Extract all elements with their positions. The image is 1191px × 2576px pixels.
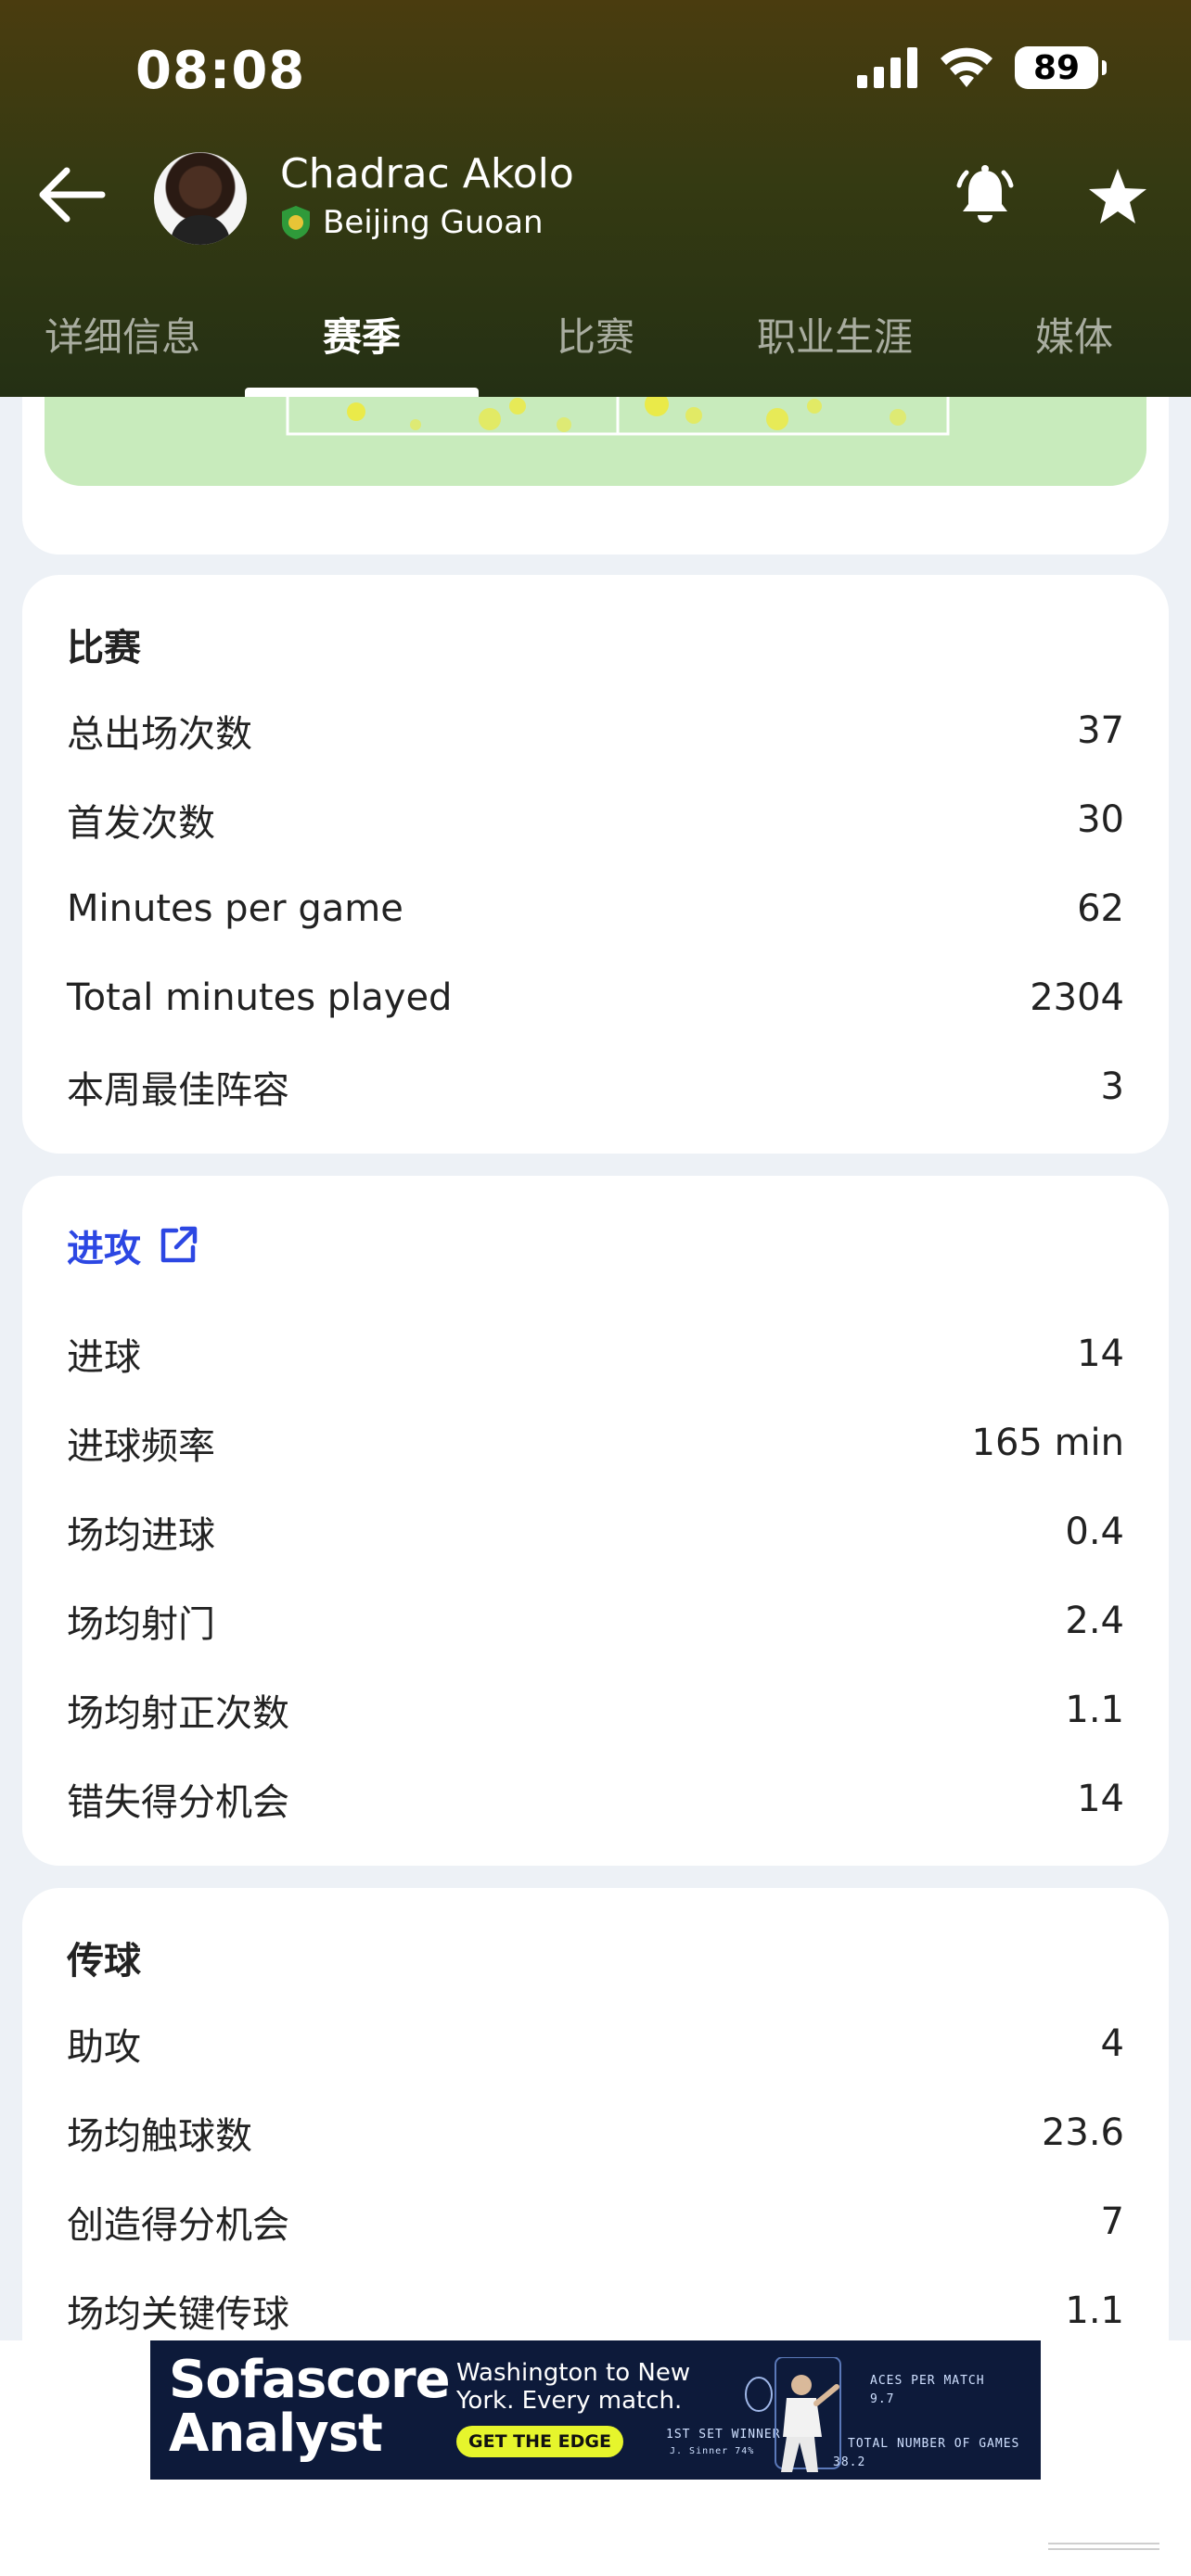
ad-headline-line: Washington to New [456, 2359, 691, 2387]
stat-row: 场均触球数 23.6 [67, 2105, 1124, 2161]
stat-row: 首发次数 30 [67, 792, 1124, 848]
ad-cta-button[interactable]: GET THE EDGE [456, 2426, 623, 2457]
stat-value: 37 [1077, 709, 1124, 752]
stat-value: 14 [1077, 1333, 1124, 1375]
ad-brand-line: Sofascore [169, 2350, 451, 2410]
stat-label: 场均射正次数 [67, 1692, 289, 1735]
ad-stat-label: TOTAL NUMBER OF GAMES [848, 2437, 1020, 2451]
wifi-icon [941, 47, 992, 87]
battery-indicator: 89 [1015, 46, 1107, 89]
stat-row: 场均射正次数 1.1 [67, 1682, 1124, 1738]
stat-value: 1.1 [1065, 1689, 1124, 1731]
status-icons: 89 [857, 46, 1107, 89]
section-title-attack: 进攻 [67, 1228, 141, 1270]
team-link[interactable]: Beijing Guoan [280, 204, 544, 241]
stat-row: Minutes per game 62 [67, 881, 1124, 937]
attack-card: 进攻 进球 14 进球频率 165 min 场均进球 0.4 场均射门 2.4 场均射正… [22, 1176, 1169, 1866]
stat-label: 进球频率 [67, 1425, 215, 1468]
stat-label: 错失得分机会 [67, 1781, 289, 1824]
stat-value: 62 [1077, 887, 1124, 930]
stat-label: 场均触球数 [67, 2115, 252, 2158]
ad-stat-value: 38.2 [833, 2455, 866, 2469]
stat-value: 3 [1100, 1065, 1124, 1108]
tennis-player-illustration [745, 2357, 841, 2472]
heatmap-graphic [286, 397, 950, 436]
player-header: 08:08 89 Chadrac Akolo Beijing Guoan 详细信… [0, 0, 1191, 397]
tab-media[interactable]: 媒体 [1035, 306, 1113, 363]
status-time: 08:08 [135, 41, 306, 101]
stat-row: 总出场次数 37 [67, 703, 1124, 759]
ad-scroll-handle-icon [1048, 2543, 1159, 2550]
stat-row: 场均关键传球 1.1 [67, 2283, 1124, 2339]
cellular-signal-icon [857, 47, 917, 88]
favorite-star-icon[interactable] [1087, 167, 1148, 226]
heatmap-pitch [45, 397, 1146, 486]
stat-row: 助攻 4 [67, 2016, 1124, 2072]
stat-label: 总出场次数 [67, 713, 252, 756]
stat-value: 0.4 [1065, 1511, 1124, 1553]
ad-headline-line: York. Every match. [456, 2387, 683, 2415]
team-crest-icon [282, 206, 310, 239]
tab-matches[interactable]: 比赛 [557, 306, 634, 363]
stat-label: 助攻 [67, 2026, 141, 2069]
section-title-passing: 传球 [67, 1940, 141, 1983]
stat-value: 23.6 [1041, 2111, 1124, 2154]
stat-value: 2304 [1030, 976, 1124, 1019]
stat-row: 创造得分机会 7 [67, 2194, 1124, 2250]
player-avatar [154, 152, 247, 245]
stat-value: 2.4 [1065, 1600, 1124, 1642]
stat-row: 进球 14 [67, 1326, 1124, 1382]
stat-label: 场均进球 [67, 1514, 215, 1557]
ad-brand-line: Analyst [169, 2404, 383, 2464]
tab-season[interactable]: 赛季 [323, 306, 401, 363]
stat-label: 进球 [67, 1336, 141, 1379]
ad-banner[interactable]: Sofascore Analyst Washington to New York… [150, 2340, 1041, 2480]
tab-details[interactable]: 详细信息 [45, 306, 200, 363]
team-name: Beijing Guoan [323, 204, 544, 241]
ad-headline: Washington to New York. Every match. [456, 2359, 690, 2415]
attack-section-link[interactable]: 进攻 [67, 1218, 198, 1272]
stat-label: 创造得分机会 [67, 2204, 289, 2247]
ad-stat-value: 9.7 [870, 2392, 895, 2406]
active-tab-indicator [245, 388, 479, 397]
stat-row: 本周最佳阵容 3 [67, 1059, 1124, 1115]
stat-label: Minutes per game [67, 887, 403, 930]
stat-label: 场均射门 [67, 1603, 215, 1646]
matches-card: 比赛 总出场次数 37 首发次数 30 Minutes per game 62 Tot… [22, 575, 1169, 1154]
ad-brand: Sofascore Analyst [169, 2350, 451, 2464]
tab-bar: 详细信息 赛季 比赛 职业生涯 媒体 [0, 293, 1191, 397]
heatmap-card [22, 397, 1169, 555]
stat-row: 场均射门 2.4 [67, 1593, 1124, 1649]
stat-row: 进球频率 165 min [67, 1415, 1124, 1471]
ad-stat-sub: J. Sinner 74% [670, 2446, 755, 2456]
stat-row: 错失得分机会 14 [67, 1771, 1124, 1827]
stat-row: Total minutes played 2304 [67, 970, 1124, 1026]
stat-value: 14 [1077, 1778, 1124, 1820]
stat-value: 165 min [971, 1422, 1125, 1464]
stat-value: 7 [1100, 2200, 1124, 2243]
stat-label: 首发次数 [67, 802, 215, 845]
stat-row: 场均进球 0.4 [67, 1504, 1124, 1560]
ad-stat-label: ACES PER MATCH [870, 2374, 985, 2388]
stat-label: 场均关键传球 [67, 2293, 289, 2336]
stat-label: Total minutes played [67, 976, 453, 1019]
stat-value: 4 [1100, 2022, 1124, 2065]
player-name: Chadrac Akolo [280, 150, 574, 198]
external-link-icon [160, 1226, 198, 1263]
back-arrow-icon[interactable] [37, 165, 106, 224]
notification-bell-icon[interactable] [954, 163, 1017, 230]
stat-value: 30 [1077, 798, 1124, 841]
stat-label: 本周最佳阵容 [67, 1069, 289, 1112]
stat-value: 1.1 [1065, 2289, 1124, 2332]
section-title-matches: 比赛 [67, 627, 141, 670]
tab-career[interactable]: 职业生涯 [757, 306, 913, 363]
